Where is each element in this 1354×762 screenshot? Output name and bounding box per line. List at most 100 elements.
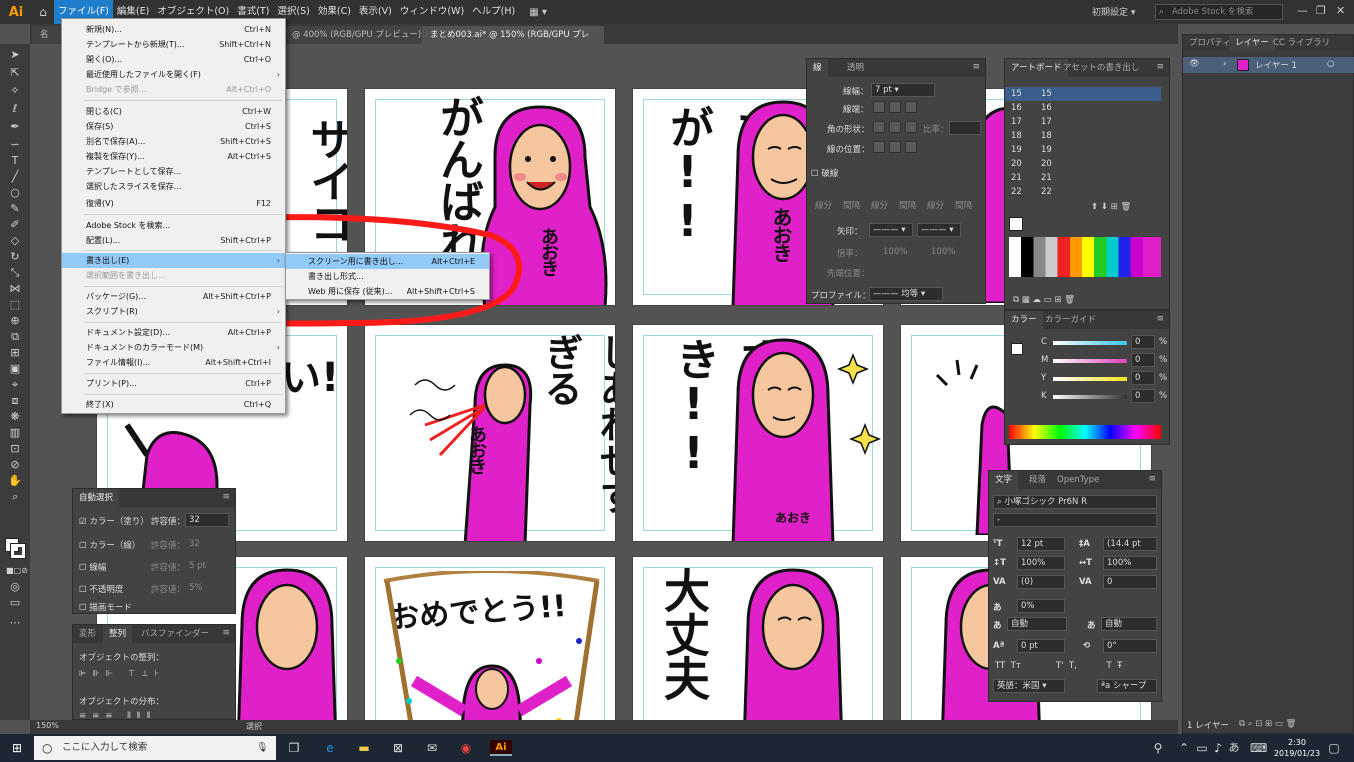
cyan-slider[interactable]: [1053, 341, 1127, 345]
perspective-icon[interactable]: ⧉: [6, 330, 24, 344]
yellow-input[interactable]: 0: [1131, 371, 1155, 385]
align-outside-button[interactable]: [905, 141, 917, 153]
task-view-icon[interactable]: ❐: [286, 740, 302, 756]
weight-tolerance-input[interactable]: 5 pt: [189, 561, 206, 571]
menu-item-export-as[interactable]: 書き出し形式...: [286, 269, 489, 284]
menu-item-new[interactable]: 新規(N)... Ctrl+N: [62, 22, 285, 37]
round-join-button[interactable]: [889, 121, 901, 133]
artboard-number[interactable]: 17: [1011, 117, 1022, 127]
dash-cell[interactable]: 線分: [815, 199, 832, 211]
align-center-button[interactable]: [873, 141, 885, 153]
color-mode-icons[interactable]: ■□⊘: [6, 564, 28, 578]
fill-tolerance-input[interactable]: 32: [185, 513, 229, 527]
artboard-10[interactable]: おめでとう!! あ: [364, 556, 616, 720]
artboard-number[interactable]: 21: [1011, 173, 1022, 183]
layer-row[interactable]: 👁 › レイヤー 1 ○: [1183, 57, 1354, 73]
menu-item-open-recent[interactable]: 最近使用したファイルを開く(F) ›: [62, 67, 285, 82]
gap-cell[interactable]: 間隔: [899, 199, 916, 211]
home-icon[interactable]: ⌂: [32, 5, 54, 19]
volume-icon[interactable]: ♪: [1210, 740, 1226, 756]
more-tools-icon[interactable]: ⋯: [6, 616, 24, 630]
artboard-number[interactable]: 15: [1011, 89, 1022, 99]
language-select[interactable]: 英語：米国 ▾: [993, 679, 1065, 693]
menu-item-save-template[interactable]: テンプレートとして保存...: [62, 164, 285, 179]
visibility-eye-icon[interactable]: 👁: [1189, 59, 1200, 69]
artboard-6[interactable]: しあわせすぎる あおき: [364, 324, 616, 542]
swatch-actions-icons[interactable]: ⧉ ▦ ☁ ▭ ⊞ 🗑: [1013, 295, 1075, 305]
symbol-sprayer-icon[interactable]: ❋: [6, 410, 24, 424]
width-tool-icon[interactable]: ⋈: [6, 282, 24, 296]
panel-menu-icon[interactable]: ≡: [222, 492, 230, 502]
graph-tool-icon[interactable]: ▥: [6, 426, 24, 440]
menu-item-close[interactable]: 閉じる(C) Ctrl+W: [62, 104, 285, 119]
brush-tool-icon[interactable]: ✎: [6, 202, 24, 216]
panel-menu-icon[interactable]: ≡: [1156, 62, 1164, 72]
edge-browser-icon[interactable]: e: [322, 740, 338, 756]
type-tool-icon[interactable]: T: [6, 154, 24, 168]
panel-menu-icon[interactable]: ≡: [1148, 474, 1156, 484]
panel-menu-icon[interactable]: ≡: [972, 62, 980, 72]
artboard-name[interactable]: 17: [1041, 117, 1052, 127]
microphone-icon[interactable]: 🎙: [256, 736, 268, 760]
dash-cell[interactable]: 線分: [871, 199, 888, 211]
butt-cap-button[interactable]: [873, 101, 885, 113]
eraser-tool-icon[interactable]: ◇: [6, 234, 24, 248]
align-buttons[interactable]: ⊫⊪⊩ ⊤⊥⊦: [79, 669, 165, 679]
horizontal-scale-input[interactable]: 100%: [1103, 556, 1157, 570]
screen-mode-icon[interactable]: ▭: [6, 596, 24, 610]
eyedropper-icon[interactable]: ⌖: [6, 378, 24, 392]
artboard-name[interactable]: 16: [1041, 103, 1052, 113]
aki-left-select[interactable]: 自動: [1007, 617, 1067, 631]
menu-item-save-slices[interactable]: 選択したスライスを保存...: [62, 179, 285, 194]
workspace-switcher[interactable]: 初期設定 ▾: [1092, 5, 1135, 18]
stroke-swatch[interactable]: [10, 543, 26, 559]
blend-mode-checkbox[interactable]: ☐ 描画モード: [79, 601, 132, 613]
scale-tool-icon[interactable]: ⤡: [6, 266, 24, 280]
tab-doc-1[interactable]: 名称: [32, 26, 62, 58]
artboard-7[interactable]: すてき!! あおき: [632, 324, 884, 542]
menu-item-export[interactable]: 書き出し(E) ›: [62, 253, 285, 268]
stroke-weight-checkbox[interactable]: ☐ 線幅: [79, 561, 106, 573]
dashed-checkbox[interactable]: ☐ 破線: [811, 167, 838, 179]
target-icon[interactable]: ○: [1327, 59, 1334, 69]
arrow-start-select[interactable]: ——— ▾: [869, 223, 913, 237]
menu-item-file-info[interactable]: ファイル情報(I)... Alt+Shift+Ctrl+I: [62, 355, 285, 370]
profile-select[interactable]: ——— 均等 ▾: [869, 287, 943, 301]
leading-input[interactable]: (14.4 pt: [1103, 537, 1157, 551]
stroke-color-checkbox[interactable]: ☐ カラー（線）: [79, 539, 140, 551]
opacity-tolerance-input[interactable]: 5%: [189, 583, 203, 593]
antialias-select[interactable]: ªa シャープ: [1097, 679, 1157, 693]
align-inside-button[interactable]: [889, 141, 901, 153]
tab-cc-libraries[interactable]: CC ライブラリ: [1267, 35, 1336, 51]
taskbar-clock[interactable]: 2:30 2019/01/23: [1272, 737, 1322, 759]
direct-selection-tool-icon[interactable]: ⇱: [6, 66, 24, 80]
menu-item-adobe-stock[interactable]: Adobe Stock を検索...: [62, 218, 285, 233]
arrow-scale-start[interactable]: 100%: [883, 247, 907, 257]
tab-color[interactable]: カラー: [1005, 311, 1043, 329]
vertical-scale-input[interactable]: 100%: [1017, 556, 1065, 570]
ellipse-tool-icon[interactable]: ○: [6, 186, 24, 200]
dash-cell[interactable]: 線分: [927, 199, 944, 211]
keyboard-icon[interactable]: ⌨: [1250, 740, 1267, 756]
menu-window[interactable]: ウィンドウ(W): [396, 0, 468, 24]
artboard-number[interactable]: 22: [1011, 187, 1022, 197]
artboard-11[interactable]: 大丈夫: [632, 556, 884, 720]
artboard-number[interactable]: 20: [1011, 159, 1022, 169]
artboard-number[interactable]: 16: [1011, 103, 1022, 113]
mail-icon[interactable]: ✉: [424, 740, 440, 756]
tab-color-guide[interactable]: カラーガイド: [1039, 311, 1102, 329]
tab-character[interactable]: 文字: [989, 471, 1019, 489]
menu-item-save-for-web[interactable]: Web 用に保存 (従来)... Alt+Shift+Ctrl+S: [286, 284, 489, 299]
lasso-icon[interactable]: ℓ: [6, 102, 24, 116]
expand-arrow-icon[interactable]: ›: [1223, 59, 1226, 69]
menu-item-export-for-screens[interactable]: スクリーン用に書き出し... Alt+Ctrl+E: [286, 254, 489, 269]
panel-menu-icon[interactable]: ≡: [1156, 314, 1164, 324]
tab-opentype[interactable]: OpenType: [1051, 471, 1105, 489]
yellow-slider[interactable]: [1053, 377, 1127, 381]
artboard-name[interactable]: 22: [1041, 187, 1052, 197]
fill-swatch[interactable]: [1011, 343, 1023, 355]
pen-tool-icon[interactable]: ✒: [6, 120, 24, 134]
zoom-level[interactable]: 150%: [36, 721, 59, 730]
illustrator-taskbar-icon[interactable]: Ai: [490, 740, 512, 756]
curvature-icon[interactable]: ∽: [6, 138, 24, 152]
